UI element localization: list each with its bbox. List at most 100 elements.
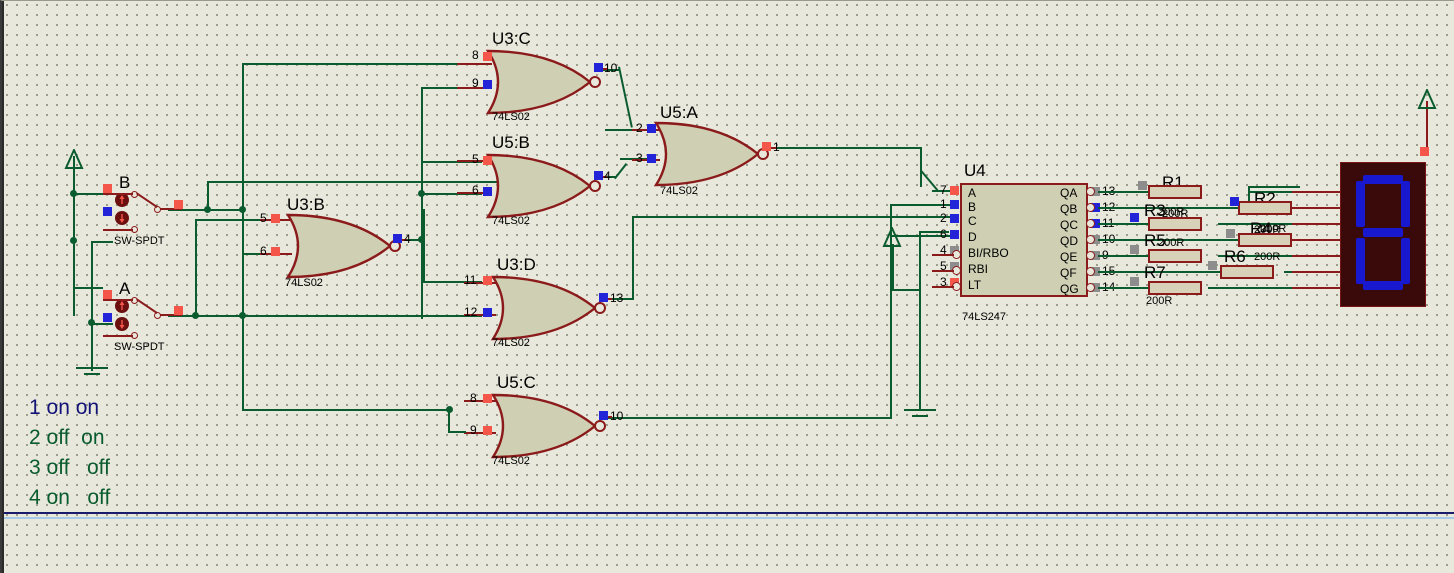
lead-seg-g	[1292, 287, 1340, 289]
lead-seg-b	[1292, 207, 1340, 209]
gate-u3c-pin8-state	[483, 52, 492, 61]
gate-u3c-value: 74LS02	[492, 111, 530, 123]
gate-u3c-pin-9: 9	[472, 76, 479, 90]
gate-u3d-out-state	[599, 293, 608, 302]
lead-seg-a	[1292, 191, 1340, 193]
switch-b-throw-pin	[103, 207, 112, 216]
ic-u4-port-QC: QC	[1060, 218, 1078, 232]
ic-u4-ref: U4	[964, 161, 986, 180]
segment-d	[1363, 281, 1403, 290]
junction-dot	[88, 319, 95, 326]
ic-u4-bubble-qe	[1086, 251, 1095, 260]
gate-u3c-lead-8	[457, 63, 492, 65]
gate-u5a-pin-2: 2	[636, 121, 643, 135]
gate-u5b-pin-6: 6	[472, 183, 479, 197]
switch-a-button-down[interactable]	[115, 317, 129, 331]
wire-a-column	[421, 87, 423, 319]
junction-dot	[70, 190, 77, 197]
junction-dot	[239, 312, 246, 319]
legend-line-4: 4 on off	[29, 486, 111, 509]
switch-a-out-pin	[174, 306, 183, 315]
gate-u3b-pin6-state	[271, 247, 280, 256]
ic-u4-lead-5	[932, 270, 954, 272]
7seg-display[interactable]	[1340, 162, 1426, 307]
wire-gnd-stem	[91, 241, 93, 371]
resistor-r4-body	[1238, 233, 1292, 247]
gate-u3c-body	[482, 47, 602, 117]
wire-u5a-diag2	[920, 169, 939, 191]
switch-b-state-pin	[103, 184, 112, 193]
gate-u3d-pin-11: 11	[464, 273, 477, 287]
resistor-r6-ref: R6	[1224, 247, 1246, 266]
junction-dot	[204, 206, 211, 213]
gate-u3c-ref: U3:C	[492, 29, 531, 48]
switch-a-button-up[interactable]	[115, 299, 129, 313]
wire-u5c-tie-h	[448, 431, 466, 433]
gate-u5c-value: 74LS02	[492, 455, 530, 467]
wire-u5c-tie	[448, 409, 450, 433]
legend-line-3: 3 off off	[29, 456, 110, 479]
resistor-r6-value: 200R	[1254, 251, 1281, 263]
wire-u3c-diag	[618, 66, 633, 128]
lead-seg-e	[1292, 255, 1340, 257]
wire-b-top	[207, 181, 517, 183]
ic-u4-bubble-qc	[1086, 219, 1095, 228]
resistor-r3-body	[1148, 217, 1202, 231]
switch-b-button-down[interactable]	[115, 211, 129, 225]
gate-u5c-out-state	[599, 411, 608, 420]
schematic-canvas[interactable]: B SW-SPDT A SW-SPDT U3:C 8 9 10 74LS02 U…	[0, 0, 1454, 573]
gate-u3c-pin-8: 8	[472, 48, 479, 62]
gate-u5a-pin-1: 1	[773, 140, 780, 154]
ic-u4-port-B: B	[968, 200, 977, 214]
ic-u4-pin-6: 6	[940, 227, 947, 241]
ic-u4-port-D: D	[968, 230, 977, 244]
switch-b-lead-top	[103, 193, 133, 195]
switch-a-throw-pin	[103, 313, 112, 322]
ic-u4-port-QE: QE	[1060, 250, 1078, 264]
wire-swa-com	[73, 287, 103, 289]
resistor-r5-body	[1148, 249, 1202, 263]
wire-b-to-u3d11	[423, 209, 425, 283]
wire-r2-jog-h	[1248, 186, 1300, 188]
vcc-arrow-icon	[64, 147, 84, 176]
ic-u4-lead-3	[932, 286, 954, 288]
resistor-r5-value: 200R	[1158, 237, 1185, 249]
switch-b-out-pin	[174, 200, 183, 209]
ic-u4-pin7-state	[950, 186, 959, 195]
junction-dot	[70, 237, 77, 244]
gate-u3c-out-state	[594, 63, 603, 72]
gate-u3b-pin-4: 4	[404, 232, 411, 246]
ic-u4-port-QD: QD	[1060, 234, 1078, 248]
gate-u3b-pin5-state	[271, 214, 280, 223]
gate-u5c-pin-8: 8	[470, 391, 477, 405]
switch-b-ref: B	[119, 173, 131, 192]
ic-u4-port-RBI: RBI	[968, 262, 989, 276]
gate-u3d-value: 74LS02	[492, 337, 530, 349]
switch-a-state-pin	[103, 290, 112, 299]
gate-u5c-pin8-state	[483, 394, 492, 403]
gate-u3b-pin-5: 5	[260, 211, 267, 225]
resistor-r7-pin	[1130, 277, 1139, 286]
wire-qe-1	[1098, 255, 1148, 257]
wire-b-branch-up	[242, 63, 244, 211]
resistor-r7-value: 200R	[1146, 295, 1173, 307]
wire-qg-1	[1098, 287, 1148, 289]
gate-u5b-pin5-state	[483, 156, 492, 165]
switch-b-button-up[interactable]	[115, 193, 129, 207]
wire-qc-1	[1098, 223, 1148, 225]
gate-u3d-pin11-state	[483, 276, 492, 285]
wire-u5a-down	[920, 147, 922, 187]
wire-u5c-in	[242, 409, 452, 411]
wire-b-to-u5b5	[421, 161, 423, 193]
ic-u4-port-QF: QF	[1060, 266, 1077, 280]
gate-u3b-value: 74LS02	[285, 277, 323, 289]
ic-u4-pin-7: 7	[940, 183, 947, 197]
gate-u5b-out-state	[594, 171, 603, 180]
wire-gnd-u4-stem	[919, 231, 921, 411]
gate-u5b-pin6-state	[483, 187, 492, 196]
wire-u5a-out	[770, 147, 922, 149]
resistor-r4-pin	[1226, 229, 1235, 238]
vcc-arrow-icon	[882, 225, 902, 254]
legend-line-2: 2 off on	[29, 426, 105, 449]
wire-u3c-in8	[242, 63, 482, 65]
